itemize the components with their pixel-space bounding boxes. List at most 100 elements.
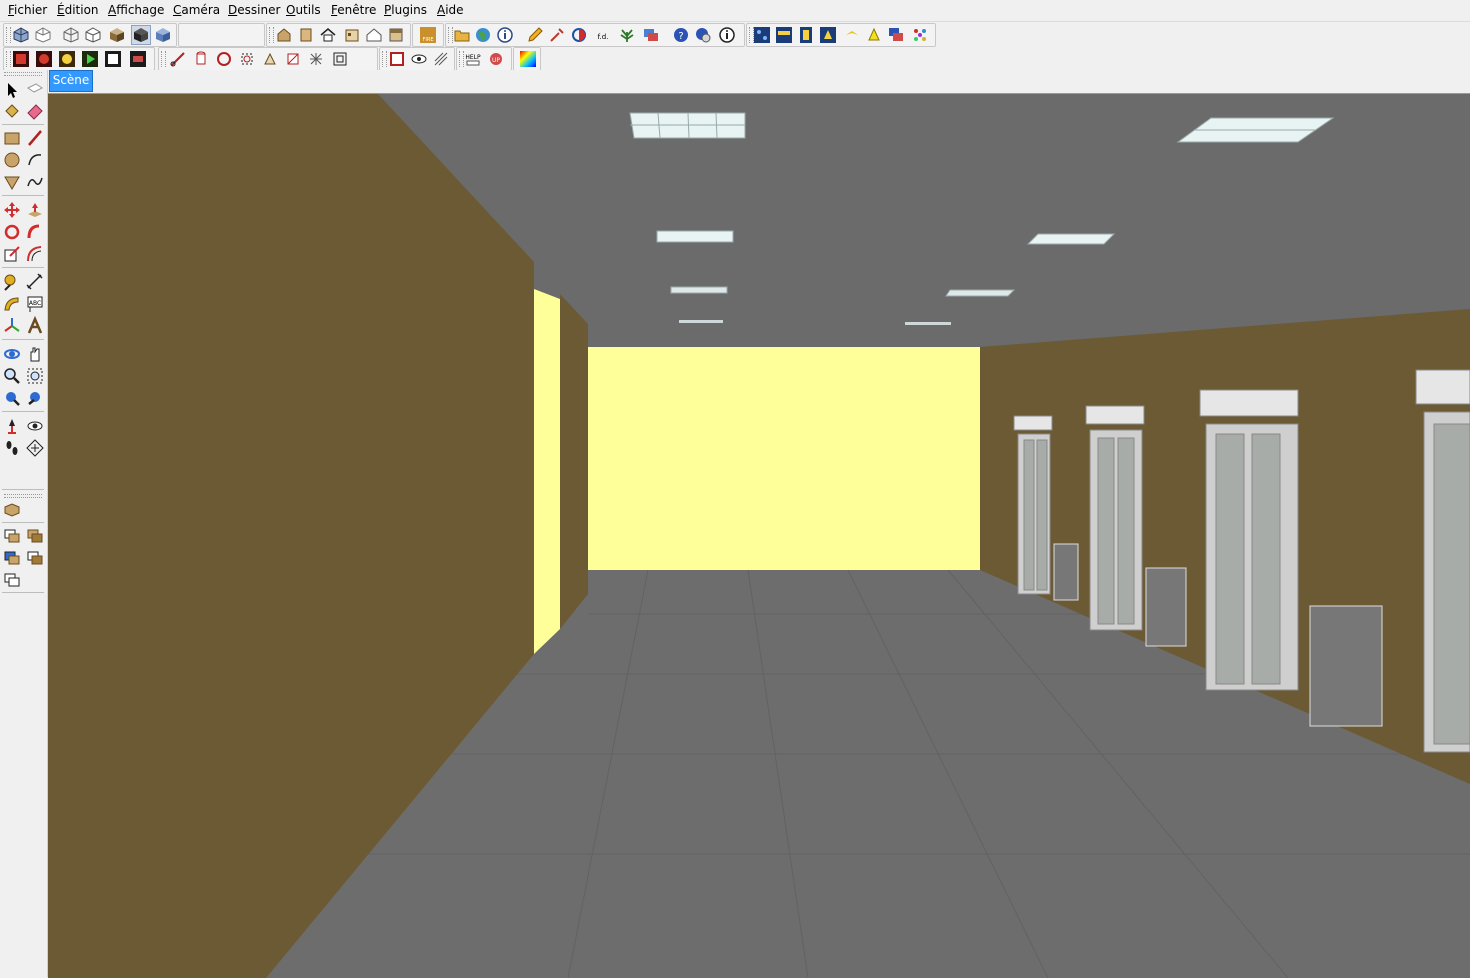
polygon-icon[interactable] [2, 172, 22, 192]
reload-icon[interactable] [388, 50, 406, 68]
frame-select-icon[interactable] [331, 50, 349, 68]
left-view-icon[interactable] [387, 26, 405, 44]
dots-icon[interactable] [911, 26, 929, 44]
hatch-icon[interactable] [432, 50, 450, 68]
move-icon[interactable] [2, 200, 22, 220]
sandbox-icon[interactable] [2, 499, 22, 519]
render-export-icon[interactable] [129, 50, 147, 68]
view-eye-icon[interactable] [410, 50, 428, 68]
shaded-icon[interactable] [108, 26, 126, 44]
toolbar-grip[interactable] [382, 51, 387, 67]
menu-fenetre[interactable]: Fenêtre [331, 3, 376, 17]
wireframe-icon[interactable] [62, 26, 80, 44]
drape-icon[interactable] [2, 570, 22, 590]
pan-icon[interactable] [25, 344, 45, 364]
iso-house-icon[interactable] [275, 26, 293, 44]
render-settings-icon[interactable] [12, 50, 30, 68]
section-icon[interactable] [570, 26, 588, 44]
select-icon[interactable] [2, 80, 22, 100]
zoom-extents-icon[interactable] [2, 388, 22, 408]
layers-icon[interactable] [642, 26, 660, 44]
menu-fichier[interactable]: Fichier [8, 3, 47, 17]
dimension-icon[interactable] [25, 272, 45, 292]
tape-measure-icon[interactable] [2, 272, 22, 292]
back-view-icon[interactable] [365, 26, 383, 44]
monochrome-icon[interactable] [154, 26, 172, 44]
model-viewport[interactable] [48, 93, 1470, 978]
text-icon[interactable]: ABC [25, 294, 45, 314]
help-badge-icon[interactable]: HELP [464, 50, 482, 68]
push-pull-icon[interactable] [25, 200, 45, 220]
pencil-icon[interactable] [526, 26, 544, 44]
toolbar-grip[interactable] [4, 494, 42, 498]
make-component-icon[interactable] [25, 80, 45, 100]
render-frame-icon[interactable] [104, 50, 122, 68]
top-view-icon[interactable] [34, 26, 52, 44]
scene-manager-icon[interactable] [819, 26, 837, 44]
stamp-icon[interactable] [25, 548, 45, 568]
toolbar-grip[interactable] [269, 27, 274, 43]
arc-icon[interactable] [25, 150, 45, 170]
help-icon[interactable]: ? [672, 26, 690, 44]
axes-icon[interactable] [2, 316, 22, 336]
right-view-icon[interactable] [343, 26, 361, 44]
toolbar-grip[interactable] [4, 72, 42, 76]
fire-icon[interactable]: FIRE [419, 26, 437, 44]
rotate-icon[interactable] [2, 222, 22, 242]
folder-icon[interactable] [453, 26, 471, 44]
film-icon[interactable] [797, 26, 815, 44]
sun-arrow-icon[interactable] [843, 26, 861, 44]
eyedropper-icon[interactable] [548, 26, 566, 44]
plant-icon[interactable] [618, 26, 636, 44]
protractor-icon[interactable] [2, 294, 22, 314]
lightbulb-icon[interactable] [865, 26, 883, 44]
scale-handles-icon[interactable] [238, 50, 256, 68]
materials-browser-icon[interactable] [775, 26, 793, 44]
menu-dessiner[interactable]: Dessiner [228, 3, 280, 17]
menu-aide[interactable]: Aide [437, 3, 464, 17]
cylinder-icon[interactable] [192, 50, 210, 68]
explode-icon[interactable] [307, 50, 325, 68]
paint-bucket-icon[interactable] [2, 101, 22, 121]
home-view-icon[interactable] [319, 26, 337, 44]
menu-outils[interactable]: Outils [286, 3, 321, 17]
zoom-window-icon[interactable] [25, 366, 45, 386]
look-around-icon[interactable] [25, 416, 45, 436]
chat-icon[interactable] [887, 26, 905, 44]
iso-view-icon[interactable] [12, 26, 30, 44]
sandbox-from-contours-icon[interactable] [2, 526, 22, 546]
menu-plugins[interactable]: Plugins [384, 3, 427, 17]
3d-text-icon[interactable] [25, 316, 45, 336]
walk-icon[interactable] [2, 438, 22, 458]
update-icon[interactable]: UP [487, 50, 505, 68]
help-search-icon[interactable] [694, 26, 712, 44]
circle-icon[interactable] [2, 150, 22, 170]
hidden-line-icon[interactable] [84, 26, 102, 44]
shaded-textures-icon[interactable] [131, 25, 151, 45]
freehand-icon[interactable] [25, 172, 45, 192]
orbit-icon[interactable] [2, 344, 22, 364]
info-icon[interactable] [718, 26, 736, 44]
fd-icon[interactable]: f.d. [594, 26, 612, 44]
toolbar-grip[interactable] [6, 51, 11, 67]
render-start-icon[interactable] [81, 50, 99, 68]
sandbox-from-scratch-icon[interactable] [25, 526, 45, 546]
soften-edges-icon[interactable] [284, 50, 302, 68]
menu-camera[interactable]: Caméra [173, 3, 220, 17]
color-palette-icon[interactable] [519, 50, 537, 68]
toolbar-grip[interactable] [6, 27, 11, 43]
section-plane-icon[interactable] [25, 438, 45, 458]
model-info-icon[interactable] [496, 26, 514, 44]
eraser-icon[interactable] [25, 101, 45, 121]
tab-scene[interactable]: Scène [49, 70, 93, 92]
rotate-copy-icon[interactable] [215, 50, 233, 68]
previous-view-icon[interactable] [25, 388, 45, 408]
menu-edition[interactable]: Édition [57, 3, 99, 17]
measure-icon[interactable] [169, 50, 187, 68]
offset-icon[interactable] [25, 244, 45, 264]
position-camera-icon[interactable] [2, 416, 22, 436]
component-browser-icon[interactable] [753, 26, 771, 44]
render-lights-icon[interactable] [58, 50, 76, 68]
scale-icon[interactable] [2, 244, 22, 264]
rectangle-icon[interactable] [2, 128, 22, 148]
